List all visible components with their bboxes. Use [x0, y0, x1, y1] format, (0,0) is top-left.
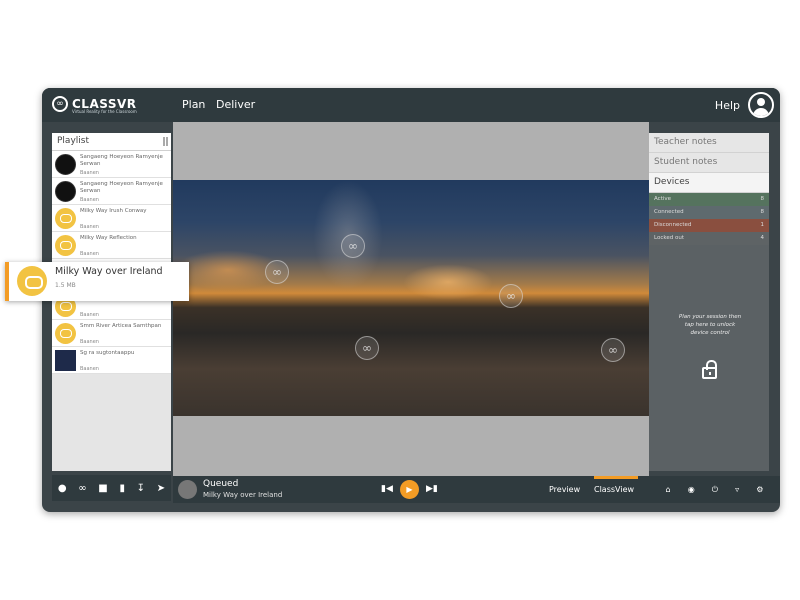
content-thumbnail [55, 181, 76, 202]
link-icon[interactable]: ∞ [78, 483, 86, 494]
hotspot-icon[interactable]: ∞ [341, 234, 365, 258]
dragged-playlist-item[interactable]: Milky Way over Ireland 1.5 MB [5, 262, 189, 301]
help-link[interactable]: Help [715, 99, 740, 112]
content-thumbnail [55, 350, 76, 371]
content-viewer: ∞ ∞ ∞ ∞ ∞ [173, 122, 649, 476]
device-status-disconnected[interactable]: Disconnected 1 [649, 219, 769, 232]
playlist-item-title: Sangaeng Hoeyeon Ramyenje Serwan [80, 154, 163, 167]
playlist-item-title: Sangaeng Hoeyeon Ramyenje Serwan [80, 181, 163, 194]
active-tab-indicator [594, 476, 638, 479]
nav-plan[interactable]: Plan [182, 98, 205, 111]
playlist-item-title: Milky Way Irush Conway [80, 208, 147, 214]
tab-preview[interactable]: Preview [549, 485, 580, 494]
playlist-item[interactable]: Sg ra sugtontaappu Baanen [52, 347, 171, 374]
playlist-item-title: Sg ra sugtontaappu [80, 350, 135, 356]
playlist-item-meta: Baanen [80, 366, 99, 372]
player-bar: Queued Milky Way over Ireland ▮◀ ▶ ▶▮ Pr… [173, 476, 649, 503]
hotspot-icon[interactable]: ∞ [601, 338, 625, 362]
dragged-item-meta: 1.5 MB [55, 282, 76, 289]
hotspot-icon[interactable]: ∞ [265, 260, 289, 284]
device-status-label: Disconnected [654, 222, 692, 228]
content-thumbnail [55, 323, 76, 344]
device-status-active[interactable]: Active 8 [649, 193, 769, 206]
right-panel: Teacher notes Student notes Devices Acti… [649, 133, 769, 471]
queue-status: Queued [203, 479, 239, 489]
infinity-icon: ∞ [52, 96, 68, 112]
queued-thumbnail [178, 480, 197, 499]
playlist-item-meta: Baanen [80, 224, 99, 230]
user-icon[interactable]: ● [58, 483, 67, 494]
playlist-item-meta: Baanen [80, 170, 99, 176]
playlist-item-meta: Baanen [80, 339, 99, 345]
playlist-item[interactable]: Smm River Articea Samthpan Baanen [52, 320, 171, 347]
tab-classview[interactable]: ClassView [594, 485, 634, 494]
playlist-item-title: Smm River Articea Samthpan [80, 323, 162, 329]
queued-title: Milky Way over Ireland [203, 491, 283, 499]
playlist-item[interactable]: Milky Way Reflection Baanen [52, 232, 171, 259]
device-status-count: 4 [760, 235, 765, 241]
device-status-count: 8 [760, 209, 765, 215]
playlist-item-meta: Baanen [80, 197, 99, 203]
device-status-label: Connected [654, 209, 684, 215]
hotspot-icon[interactable]: ∞ [355, 336, 379, 360]
dragged-item-title: Milky Way over Ireland [55, 266, 163, 277]
play-button[interactable]: ▶ [400, 480, 419, 499]
playlist-item-title: Milky Way Reflection [80, 235, 137, 241]
device-status-connected[interactable]: Connected 8 [649, 206, 769, 219]
next-icon[interactable]: ▶▮ [426, 484, 438, 494]
power-icon[interactable]: ⏻ [712, 485, 718, 495]
top-bar: ∞ CLASSVR Virtual Reality for the Classr… [42, 88, 780, 122]
playlist-item-meta: Baanen [80, 251, 99, 257]
user-avatar-icon[interactable] [748, 92, 774, 118]
save-icon[interactable]: ■ [98, 483, 107, 494]
playlist-panel: Playlist Sangaeng Hoeyeon Ramyenje Serwa… [52, 133, 171, 471]
tab-student-notes[interactable]: Student notes [649, 153, 769, 173]
device-status-label: Locked out [654, 235, 684, 241]
filter-icon[interactable]: ▿ [735, 485, 739, 494]
send-icon[interactable]: ➤ [157, 483, 165, 494]
content-thumbnail [55, 154, 76, 175]
content-thumbnail [55, 235, 76, 256]
device-status-count: 1 [760, 222, 765, 228]
settings-icon[interactable]: ⚙ [756, 485, 763, 494]
device-status-locked[interactable]: Locked out 4 [649, 232, 769, 245]
tab-devices[interactable]: Devices [649, 173, 769, 193]
nav-deliver[interactable]: Deliver [216, 98, 255, 111]
content-thumbnail [17, 266, 47, 296]
playlist-item[interactable]: Sangaeng Hoeyeon Ramyenje Serwan Baanen [52, 178, 171, 205]
logo-tagline: Virtual Reality for the Classroom [72, 109, 137, 114]
playlist-item[interactable]: Sangaeng Hoeyeon Ramyenje Serwan Baanen [52, 151, 171, 178]
device-toolbar: ⌂ ◉ ⏻ ▿ ⚙ [649, 476, 780, 503]
content-thumbnail [55, 208, 76, 229]
playlist-menu-icon[interactable] [163, 137, 168, 146]
playlist-item-meta: Baanen [80, 312, 99, 318]
hotspot-icon[interactable]: ∞ [499, 284, 523, 308]
panorama-image[interactable]: ∞ ∞ ∞ ∞ ∞ [173, 180, 649, 416]
lock-icon[interactable] [702, 360, 717, 379]
tab-teacher-notes[interactable]: Teacher notes [649, 133, 769, 153]
device-status-count: 8 [760, 196, 765, 202]
playlist-toolbar: ● ∞ ■ ▮ ↧ ➤ [52, 475, 171, 501]
playlist-title: Playlist [57, 136, 89, 146]
home-icon[interactable]: ⌂ [666, 485, 671, 494]
previous-icon[interactable]: ▮◀ [381, 484, 393, 494]
eye-icon[interactable]: ◉ [688, 485, 695, 494]
device-control-hint: Plan your session then tap here to unloc… [678, 314, 742, 336]
playlist-item[interactable]: Milky Way Irush Conway Baanen [52, 205, 171, 232]
device-status-label: Active [654, 196, 672, 202]
download-icon[interactable]: ↧ [137, 483, 145, 494]
playlist-header: Playlist [52, 133, 171, 151]
document-icon[interactable]: ▮ [119, 483, 125, 494]
